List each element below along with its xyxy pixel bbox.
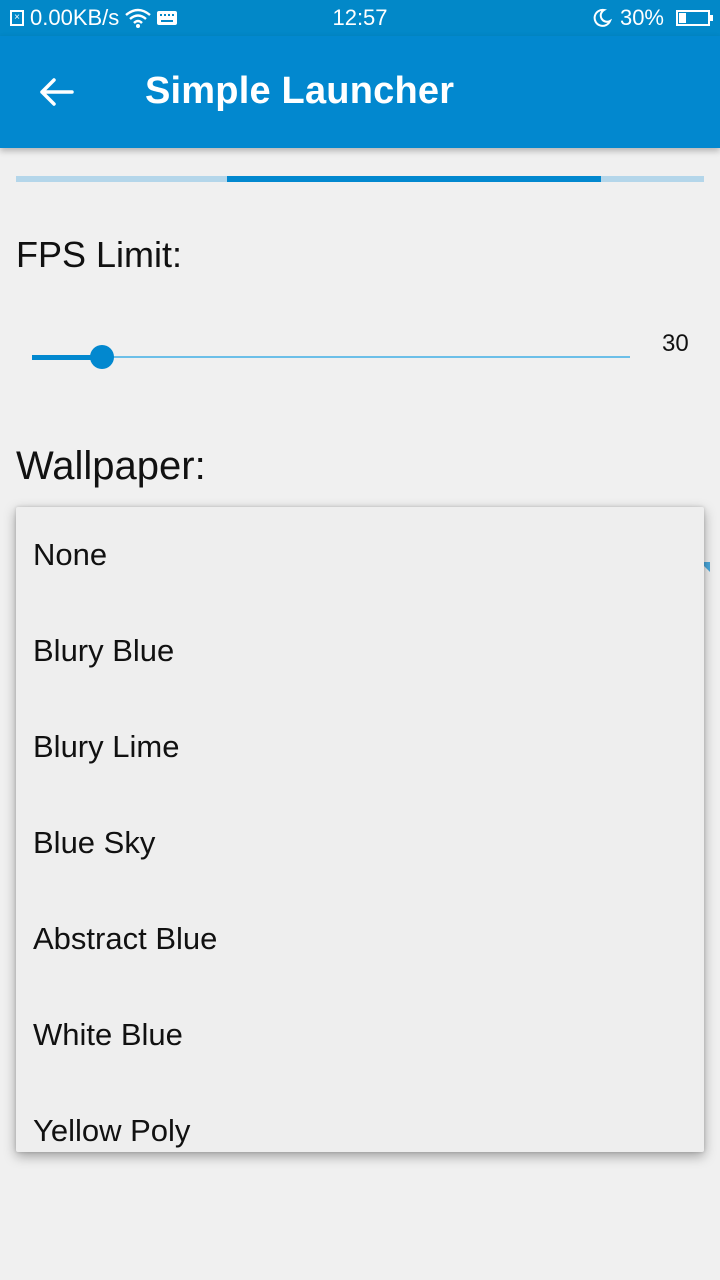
status-bar: × 0.00KB/s 12:57 30% (0, 0, 720, 36)
battery-fill (679, 13, 686, 23)
dropdown-item-none[interactable]: None (16, 507, 704, 603)
dropdown-item-blury-blue[interactable]: Blury Blue (16, 603, 704, 699)
wallpaper-dropdown[interactable]: None Blury Blue Blury Lime Blue Sky Abst… (16, 507, 704, 1152)
slider-thumb[interactable] (89, 345, 114, 369)
fps-value: 30 (662, 330, 689, 357)
dropdown-item-white-blue[interactable]: White Blue (16, 987, 704, 1083)
app-bar: Simple Launcher (0, 36, 720, 148)
dropdown-item-blue-sky[interactable]: Blue Sky (16, 795, 704, 891)
dropdown-item-blury-lime[interactable]: Blury Lime (16, 699, 704, 795)
status-right: 30% (592, 5, 713, 31)
back-button[interactable] (28, 64, 84, 120)
fps-limit-label: FPS Limit: (16, 234, 183, 275)
dropdown-item-yellow-poly[interactable]: Yellow Poly (16, 1083, 704, 1152)
dropdown-item-abstract-blue[interactable]: Abstract Blue (16, 891, 704, 987)
fps-slider[interactable] (32, 340, 630, 374)
arrow-left-icon (40, 78, 74, 106)
progress-indicator (16, 176, 704, 182)
battery-icon (676, 10, 713, 26)
battery-percent: 30% (619, 5, 664, 30)
moon-icon (593, 8, 612, 27)
slider-track[interactable] (32, 356, 630, 358)
wallpaper-label: Wallpaper: (16, 444, 206, 488)
app-title: Simple Launcher (145, 70, 455, 112)
progress-fill (227, 176, 602, 182)
